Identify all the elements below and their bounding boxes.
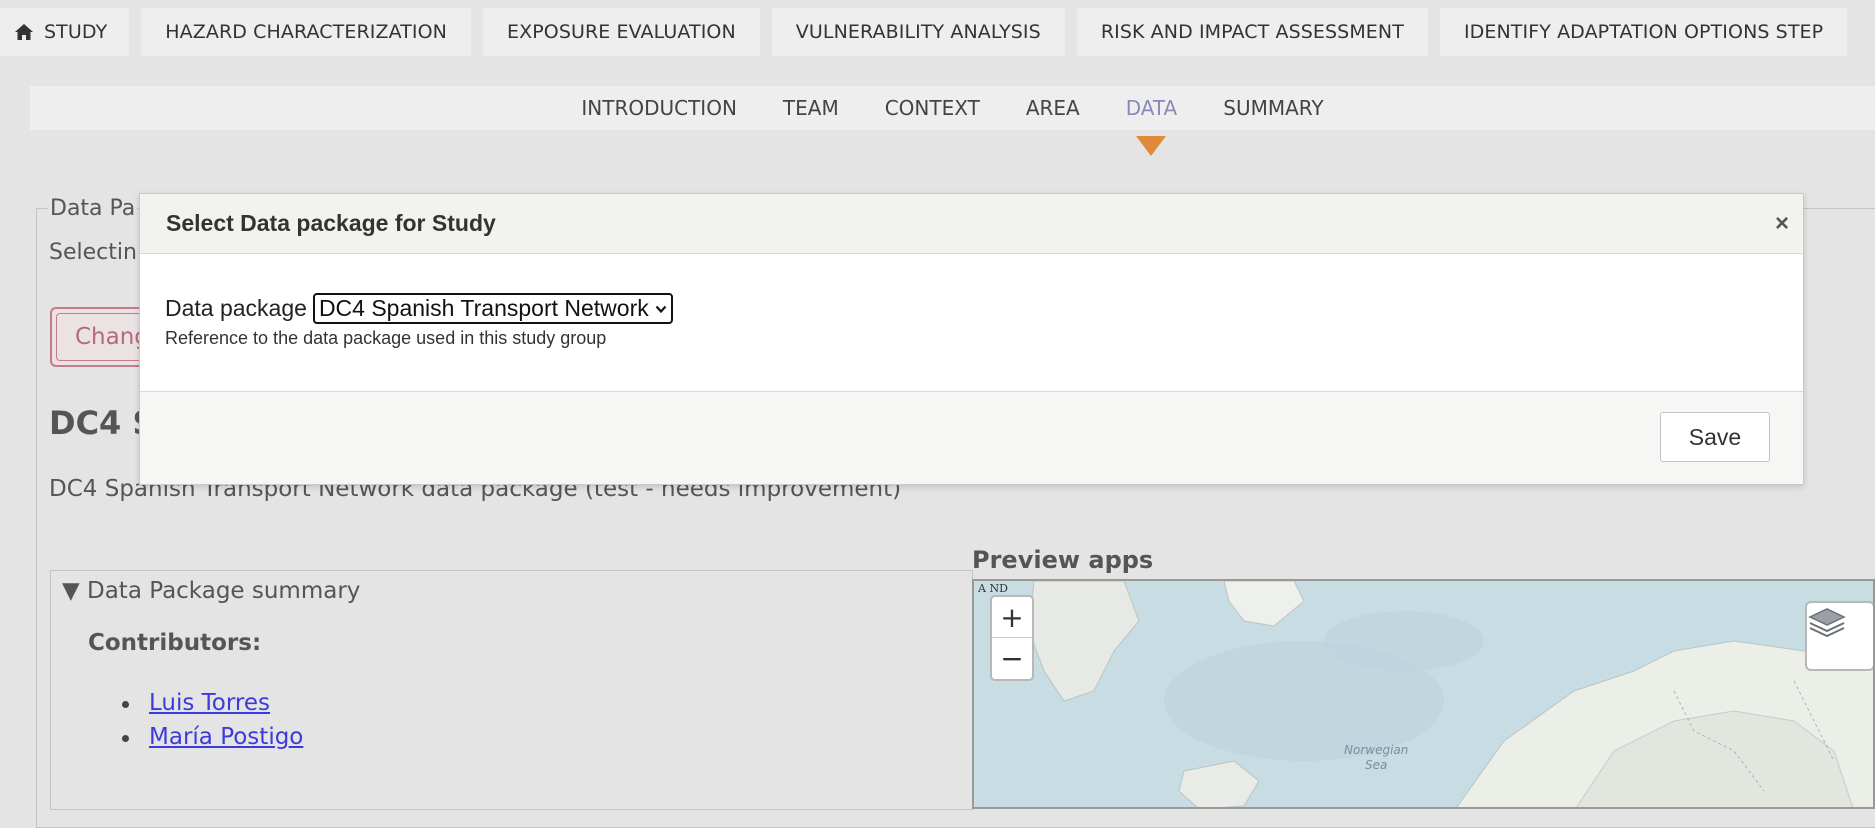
home-icon bbox=[15, 24, 33, 40]
nav-tab-study[interactable]: STUDY bbox=[0, 8, 130, 56]
data-package-help-text: Reference to the data package used in th… bbox=[165, 328, 607, 348]
fieldset-legend: Data Pa bbox=[48, 196, 138, 221]
tab-area[interactable]: AREA bbox=[1026, 96, 1080, 120]
zoom-in-button[interactable]: + bbox=[992, 597, 1032, 638]
contributor-link[interactable]: Luis Torres bbox=[149, 690, 270, 716]
sea-label-line: Sea bbox=[1365, 758, 1388, 772]
tab-summary[interactable]: SUMMARY bbox=[1223, 96, 1323, 120]
chevron-down-icon bbox=[655, 305, 667, 313]
data-package-select-value: DC4 Spanish Transport Network bbox=[318, 295, 649, 321]
tab-introduction[interactable]: INTRODUCTION bbox=[581, 96, 737, 120]
data-package-select[interactable]: DC4 Spanish Transport Network bbox=[312, 293, 673, 324]
list-item: Luis Torres bbox=[118, 686, 303, 720]
nav-tab-label: HAZARD CHARACTERIZATION bbox=[165, 21, 447, 43]
map-attribution: A ND bbox=[978, 582, 1008, 595]
selecting-instructions: Selectin bbox=[49, 240, 137, 265]
nav-tab-vulnerability-analysis[interactable]: VULNERABILITY ANALYSIS bbox=[771, 8, 1065, 56]
map-tiles bbox=[974, 581, 1873, 807]
preview-map[interactable]: A ND Norwegian Sea + − bbox=[972, 579, 1875, 809]
nav-tab-label: EXPOSURE EVALUATION bbox=[507, 21, 736, 43]
nav-tab-label: VULNERABILITY ANALYSIS bbox=[795, 21, 1041, 43]
select-data-package-modal: Select Data package for Study × Data pac… bbox=[139, 193, 1804, 485]
nav-tab-hazard-characterization[interactable]: HAZARD CHARACTERIZATION bbox=[141, 8, 471, 56]
zoom-control: + − bbox=[990, 595, 1034, 681]
nav-tab-identify-adaptation-options[interactable]: IDENTIFY ADAPTATION OPTIONS STEP bbox=[1439, 8, 1848, 56]
nav-tab-label: STUDY bbox=[44, 21, 108, 43]
main-navigation: STUDY HAZARD CHARACTERIZATION EXPOSURE E… bbox=[0, 8, 1875, 56]
tab-team[interactable]: TEAM bbox=[783, 96, 839, 120]
step-sub-navigation: INTRODUCTION TEAM CONTEXT AREA DATA SUMM… bbox=[30, 86, 1875, 156]
modal-body: Data package DC4 Spanish Transport Netwo… bbox=[140, 254, 1803, 392]
tab-context[interactable]: CONTEXT bbox=[885, 96, 980, 120]
data-package-label: Data package bbox=[165, 295, 307, 321]
list-item: María Postigo bbox=[118, 720, 303, 754]
layers-icon bbox=[1808, 608, 1846, 638]
save-button[interactable]: Save bbox=[1660, 412, 1770, 462]
nav-tab-label: IDENTIFY ADAPTATION OPTIONS STEP bbox=[1463, 21, 1824, 43]
modal-header: Select Data package for Study × bbox=[140, 194, 1803, 254]
nav-tab-risk-impact-assessment[interactable]: RISK AND IMPACT ASSESSMENT bbox=[1076, 8, 1428, 56]
contributor-link[interactable]: María Postigo bbox=[149, 724, 303, 750]
nav-tab-label: RISK AND IMPACT ASSESSMENT bbox=[1100, 21, 1404, 43]
zoom-out-button[interactable]: − bbox=[992, 638, 1032, 679]
sea-label-line: Norwegian bbox=[1344, 743, 1409, 757]
active-tab-indicator bbox=[1136, 136, 1167, 156]
tab-data-label: DATA bbox=[1125, 96, 1178, 120]
close-icon[interactable]: × bbox=[1775, 210, 1789, 238]
tab-data[interactable]: DATA bbox=[1125, 96, 1178, 156]
contributors-list: Luis Torres María Postigo bbox=[118, 686, 303, 754]
preview-apps-heading: Preview apps bbox=[972, 546, 1154, 574]
layers-button[interactable] bbox=[1805, 601, 1873, 671]
contributors-label: Contributors: bbox=[88, 630, 262, 656]
nav-tab-exposure-evaluation[interactable]: EXPOSURE EVALUATION bbox=[483, 8, 760, 56]
data-package-field: Data package DC4 Spanish Transport Netwo… bbox=[165, 293, 673, 324]
modal-footer: Save bbox=[140, 392, 1803, 484]
summary-toggle[interactable]: ▼ Data Package summary bbox=[62, 578, 360, 604]
map-sea-label: Norwegian Sea bbox=[1344, 743, 1408, 773]
modal-title: Select Data package for Study bbox=[166, 210, 496, 236]
